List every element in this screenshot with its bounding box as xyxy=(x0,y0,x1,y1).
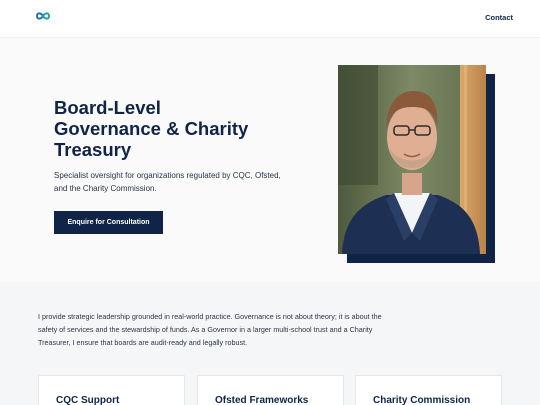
enquire-button[interactable]: Enquire for Consultation xyxy=(54,211,163,234)
hero-title-line: Board-Level xyxy=(54,97,161,118)
service-card-ofsted[interactable]: Ofsted Frameworks xyxy=(197,375,344,405)
portrait-illustration xyxy=(338,65,486,254)
hero-title-line: Treasury xyxy=(54,139,132,160)
portrait-photo xyxy=(338,65,486,254)
hero-title-line: Governance & Charity xyxy=(54,118,249,139)
infinity-logo-icon[interactable] xyxy=(34,10,52,22)
portrait-frame xyxy=(338,65,496,263)
hero-section: Board-Level Governance & Charity Treasur… xyxy=(0,38,540,282)
card-title: CQC Support xyxy=(56,395,120,405)
service-card-cqc[interactable]: CQC Support xyxy=(38,375,185,405)
hero-subtitle: Specialist oversight for organizations r… xyxy=(54,171,281,193)
about-text: I provide strategic leadership grounded … xyxy=(38,312,382,347)
hero-title: Board-Level Governance & Charity Treasur… xyxy=(54,97,284,160)
card-title: Ofsted Frameworks xyxy=(215,395,309,405)
about-section: I provide strategic leadership grounded … xyxy=(0,282,540,405)
card-title: Charity Commission xyxy=(373,395,471,405)
service-card-charity-commission[interactable]: Charity Commission xyxy=(355,375,502,405)
nav-contact-link[interactable]: Contact xyxy=(485,13,513,22)
site-header: Contact xyxy=(0,0,540,38)
